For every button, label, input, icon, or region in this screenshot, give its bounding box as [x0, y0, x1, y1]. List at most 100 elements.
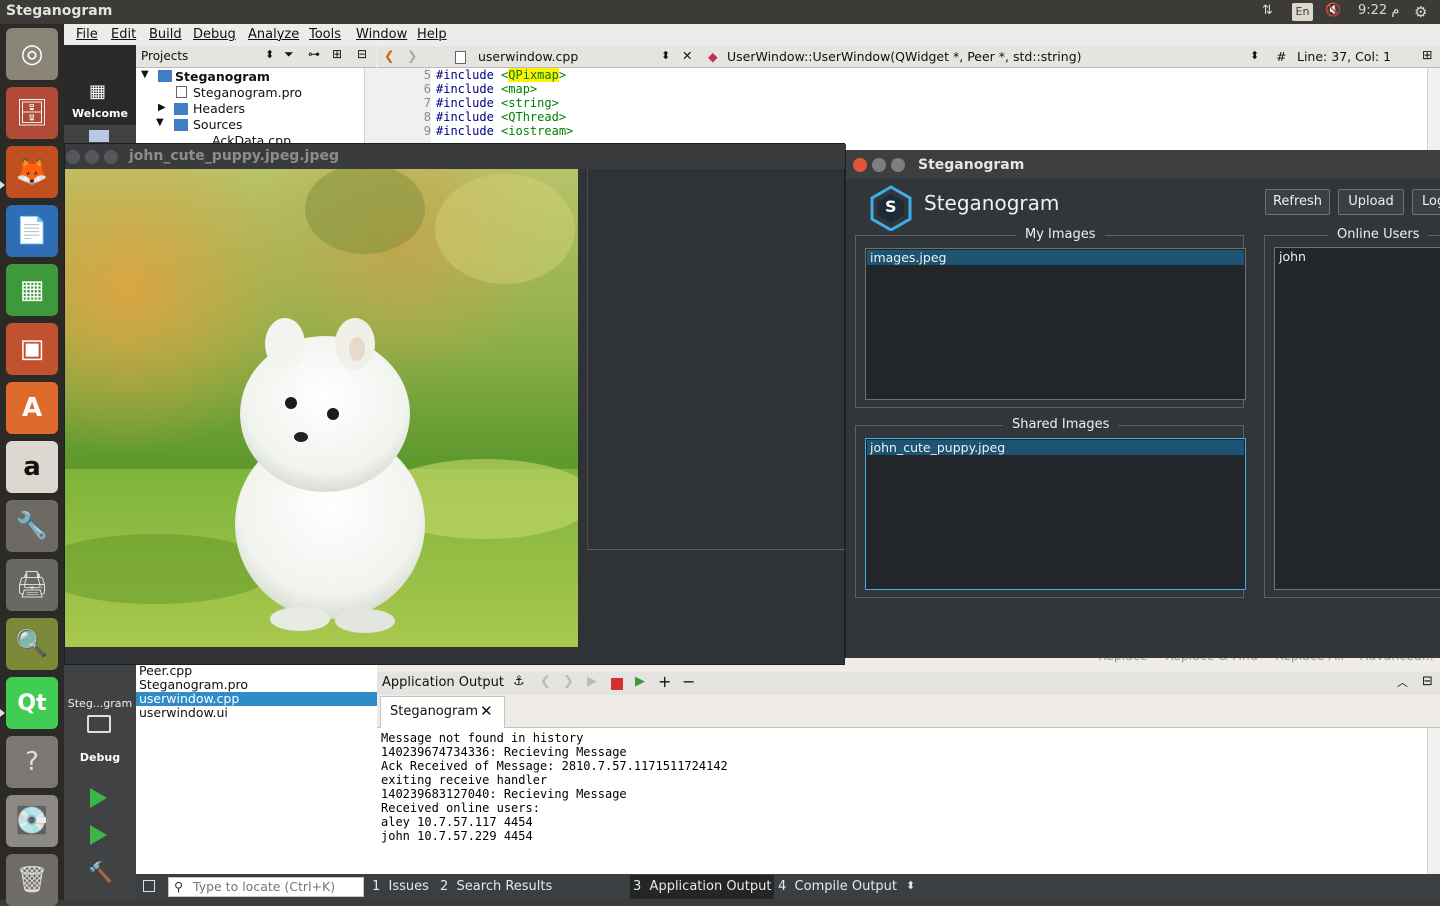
edit-mode-icon[interactable]	[89, 130, 109, 142]
output-scrollbar[interactable]	[1427, 728, 1440, 874]
attach-icon[interactable]: ⚓	[513, 674, 525, 689]
ubuntu-dash-icon[interactable]: ◎	[6, 28, 58, 80]
writer-icon[interactable]: 📄	[6, 205, 58, 257]
image-window-titlebar[interactable]: john_cute_puppy.jpeg.jpeg	[65, 144, 846, 169]
filter-icon[interactable]: ⏷	[284, 47, 294, 62]
tree-item-sources[interactable]: Sources	[193, 117, 242, 132]
keyboard-layout-indicator[interactable]: En	[1292, 3, 1313, 21]
open-document-item[interactable]: userwindow.ui	[136, 706, 377, 720]
status-tab-search-results[interactable]: 2 Search Results	[440, 879, 552, 894]
rerun-icon[interactable]: ▶	[587, 674, 597, 689]
amazon-icon[interactable]: a	[6, 441, 58, 493]
cursor-position[interactable]: Line: 37, Col: 1	[1297, 49, 1391, 64]
tree-item-pro[interactable]: Steganogram.pro	[193, 85, 302, 100]
maximize-pane-icon[interactable]: ︿	[1397, 674, 1408, 690]
scanner-icon[interactable]: 🖨	[6, 559, 58, 611]
debug-run-icon[interactable]	[90, 825, 107, 845]
online-user-item[interactable]: john	[1279, 248, 1306, 265]
clock[interactable]: 9:22 م	[1358, 3, 1399, 18]
open-document-selector[interactable]: userwindow.cpp	[478, 49, 578, 64]
upload-button[interactable]: Upload	[1338, 189, 1404, 215]
kit-selector-label[interactable]: Steg...gram	[64, 697, 136, 710]
expand-arrow-icon[interactable]: ▼	[156, 117, 164, 128]
menu-help[interactable]: Help	[417, 27, 447, 42]
logout-button[interactable]: Log	[1412, 189, 1440, 215]
minimize-window-icon[interactable]	[85, 150, 99, 164]
more-tabs-arrows-icon[interactable]: ⬍	[906, 879, 915, 892]
link-icon[interactable]: ⊶	[308, 47, 320, 61]
open-document-item[interactable]: Steganogram.pro	[136, 678, 377, 692]
close-window-icon[interactable]	[853, 158, 867, 172]
zoom-in-icon[interactable]: +	[658, 672, 671, 691]
open-document-item-selected[interactable]: userwindow.cpp	[136, 692, 377, 706]
close-pane-icon[interactable]: ⊟	[357, 47, 367, 61]
calc-icon[interactable]: ▦	[6, 264, 58, 316]
tree-root-project[interactable]: Steganogram	[175, 69, 270, 84]
selector-arrows-icon[interactable]: ⬍	[265, 48, 274, 61]
menu-debug[interactable]: Debug	[193, 27, 236, 42]
projects-view-selector[interactable]: Projects	[141, 49, 188, 63]
menu-build[interactable]: Build	[149, 27, 182, 42]
collapse-arrow-icon[interactable]: ▶	[158, 102, 166, 113]
hammer-icon[interactable]: 🔨	[88, 860, 113, 884]
split-editor-icon[interactable]: ⊞	[1422, 47, 1432, 62]
selector-arrows-icon[interactable]: ⬍	[1250, 49, 1259, 62]
maximize-window-icon[interactable]	[891, 158, 905, 172]
selector-arrows-icon[interactable]: ⬍	[661, 49, 670, 62]
tree-item-headers[interactable]: Headers	[193, 101, 245, 116]
prev-item-icon[interactable]: ❮	[540, 674, 551, 689]
next-item-icon[interactable]: ❯	[563, 674, 574, 689]
refresh-button[interactable]: Refresh	[1265, 189, 1330, 215]
steg-window-titlebar[interactable]: Steganogram	[846, 150, 1440, 179]
menu-file[interactable]: File	[76, 27, 98, 42]
qt-creator-icon[interactable]: Qt	[6, 677, 58, 729]
help-icon[interactable]: ?	[6, 736, 58, 788]
split-icon[interactable]: ⊞	[332, 47, 342, 61]
output-tab-label: Steganogram	[390, 704, 478, 719]
firefox-icon[interactable]: 🦊	[6, 146, 58, 198]
mode-welcome[interactable]: ▦ Welcome	[64, 45, 136, 125]
status-tab-issues[interactable]: 1 Issues	[372, 879, 429, 894]
network-icon[interactable]: ⇅	[1262, 3, 1273, 18]
trash-icon[interactable]: 🗑	[6, 854, 58, 906]
my-images-list[interactable]: images.jpeg	[865, 248, 1246, 400]
maximize-window-icon[interactable]	[104, 150, 118, 164]
status-tab-application-output[interactable]: 3 Application Output	[630, 875, 775, 899]
close-window-icon[interactable]	[66, 150, 80, 164]
system-settings-icon[interactable]: 🔧	[6, 500, 58, 552]
menu-window[interactable]: Window	[356, 27, 407, 42]
online-users-list[interactable]: john	[1274, 247, 1440, 590]
status-tab-compile-output[interactable]: 4 Compile Output	[778, 879, 897, 894]
my-image-item-selected[interactable]: images.jpeg	[867, 250, 1244, 265]
locator-input[interactable]: ⚲ Type to locate (Ctrl+K)	[168, 877, 364, 897]
close-pane-icon[interactable]: ⊟	[1422, 674, 1433, 689]
menu-edit[interactable]: Edit	[111, 27, 136, 42]
close-tab-icon[interactable]: ✕	[480, 702, 493, 720]
volume-muted-icon[interactable]: 🔇	[1325, 3, 1341, 18]
zoom-out-icon[interactable]: −	[682, 672, 695, 691]
monitor-icon[interactable]	[87, 715, 111, 733]
gear-icon[interactable]: ⚙	[1414, 3, 1427, 21]
forward-arrow-icon[interactable]: ❯	[407, 48, 417, 63]
application-output-text[interactable]: Message not found in history 14023967473…	[377, 728, 1427, 874]
impress-icon[interactable]: ▣	[6, 323, 58, 375]
close-document-icon[interactable]: ✕	[682, 48, 692, 63]
menu-tools[interactable]: Tools	[309, 27, 341, 42]
open-document-item[interactable]: Peer.cpp	[136, 664, 377, 678]
minimize-window-icon[interactable]	[872, 158, 886, 172]
drive-icon[interactable]: 💽	[6, 795, 58, 847]
symbol-selector[interactable]: UserWindow::UserWindow(QWidget *, Peer *…	[727, 49, 1082, 64]
menu-analyze[interactable]: Analyze	[248, 27, 299, 42]
expand-arrow-icon[interactable]: ▼	[141, 69, 149, 80]
output-tab-steganogram[interactable]: Steganogram ✕	[380, 696, 505, 728]
shared-image-item-selected[interactable]: john_cute_puppy.jpeg	[867, 440, 1244, 455]
files-icon[interactable]: 🗄	[6, 87, 58, 139]
attach-debugger-icon[interactable]: ▶	[635, 674, 645, 689]
software-center-icon[interactable]: A	[6, 382, 58, 434]
toggle-sidebar-icon[interactable]	[143, 880, 155, 892]
back-arrow-icon[interactable]: ❮	[384, 48, 394, 63]
stop-icon[interactable]	[611, 678, 623, 690]
run-icon[interactable]	[90, 788, 107, 808]
shared-images-list[interactable]: john_cute_puppy.jpeg	[865, 438, 1246, 590]
image-viewer-icon[interactable]: 🔍	[6, 618, 58, 670]
